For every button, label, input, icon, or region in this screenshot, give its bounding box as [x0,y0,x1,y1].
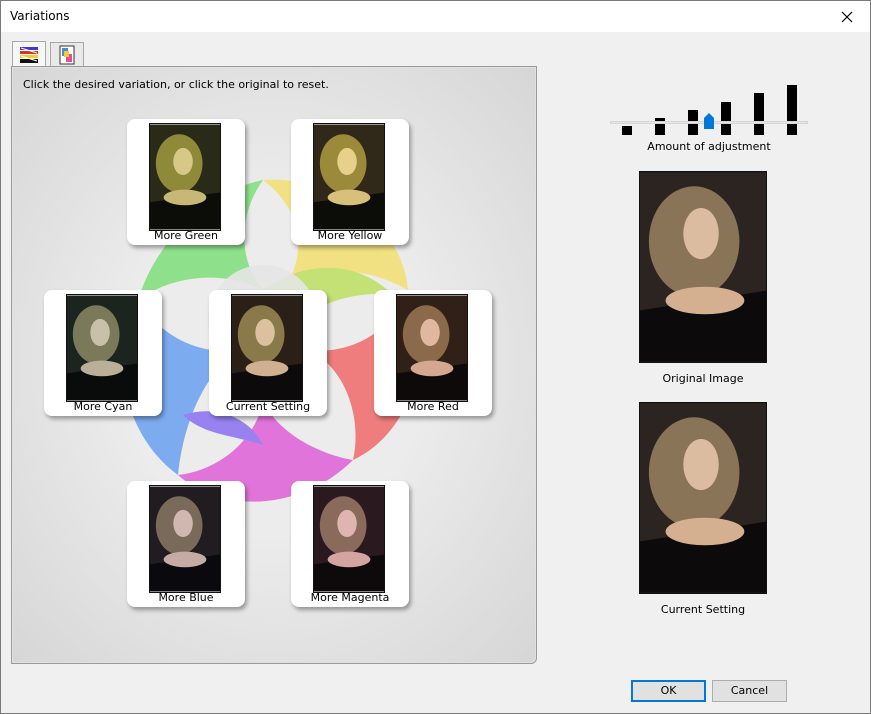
original-image[interactable] [639,171,767,363]
level-bar [754,93,764,135]
adjustment-slider-thumb[interactable] [703,112,715,130]
tab-color-variations[interactable] [12,41,46,67]
level-bar [721,102,731,135]
close-icon [841,11,853,22]
variation-current-setting[interactable]: Current Setting [209,290,327,416]
thumbnail-current-setting [231,294,303,402]
brightness-variations-icon [59,45,75,64]
original-image-label: Original Image [662,372,744,385]
tab-brightness-variations[interactable] [50,42,84,66]
variation-more-yellow[interactable]: More Yellow [291,119,409,245]
thumbnail-more-blue [149,485,221,593]
instruction-text: Click the desired variation, or click th… [23,78,329,91]
caption-current-setting: Current Setting [225,400,311,413]
level-bar [622,126,632,135]
color-variations-icon [20,46,38,63]
caption-more-cyan: More Cyan [73,400,133,413]
thumbnail-more-cyan [66,294,138,402]
caption-more-magenta: More Magenta [310,591,390,604]
current-setting-image [639,402,767,594]
variation-more-red[interactable]: More Red [374,290,492,416]
caption-more-red: More Red [407,400,459,413]
close-button[interactable] [824,1,870,32]
caption-more-green: More Green [153,229,219,242]
thumbnail-more-green [149,123,221,231]
thumbnail-more-red [396,294,468,402]
thumbnail-more-yellow [313,123,385,231]
thumbnail-more-magenta [313,485,385,593]
caption-more-blue: More Blue [158,591,214,604]
adjustment-label: Amount of adjustment [647,140,771,153]
caption-more-yellow: More Yellow [317,229,383,242]
current-setting-label: Current Setting [660,603,746,616]
ok-button[interactable]: OK [631,680,706,702]
level-bar [787,85,797,135]
variation-more-green[interactable]: More Green [127,119,245,245]
title-bar: Variations [1,1,870,32]
variation-more-blue[interactable]: More Blue [127,481,245,607]
cancel-button[interactable]: Cancel [712,680,787,702]
window-title: Variations [10,9,70,23]
variation-more-cyan[interactable]: More Cyan [44,290,162,416]
variation-more-magenta[interactable]: More Magenta [291,481,409,607]
